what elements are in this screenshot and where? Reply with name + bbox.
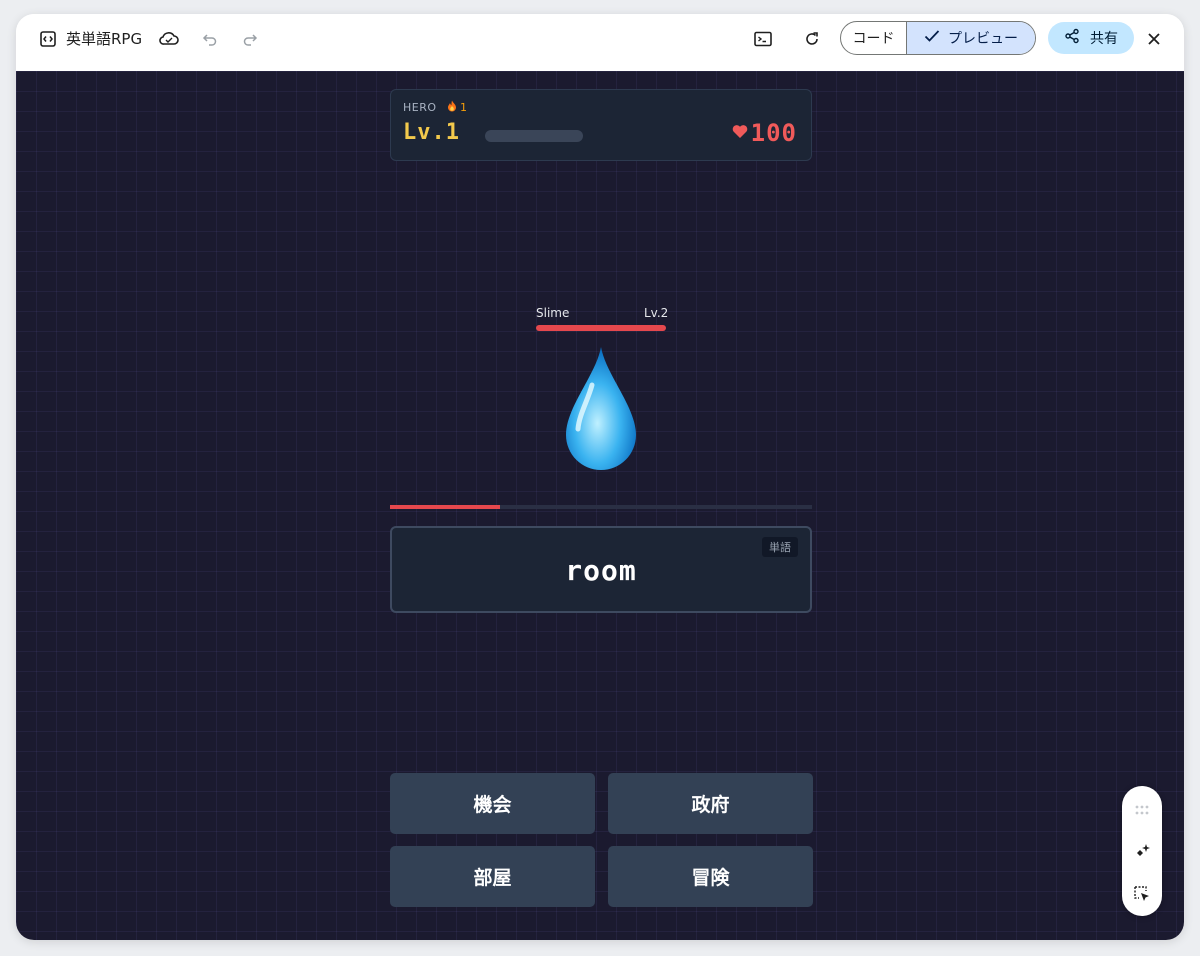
code-tab[interactable]: コード [841, 22, 907, 54]
drag-handle-icon[interactable] [1128, 796, 1156, 824]
check-icon [924, 29, 940, 47]
answer-button-1[interactable]: 機会 [390, 773, 595, 834]
sparkle-icon[interactable] [1128, 838, 1156, 866]
view-mode-toggle: コード プレビュー [840, 21, 1036, 55]
redo-icon[interactable] [236, 25, 264, 53]
game-canvas: HERO 1 Lv.1 100 Slime Lv.2 単語 room 機会 政府… [16, 71, 1184, 940]
share-icon [1064, 28, 1080, 48]
select-element-icon[interactable] [1128, 880, 1156, 908]
xp-bar [485, 130, 583, 142]
terminal-icon[interactable] [749, 25, 777, 53]
question-word: room [565, 554, 637, 587]
app-title: 英単語RPG [66, 30, 143, 48]
preview-tab[interactable]: プレビュー [907, 22, 1035, 54]
enemy-name: Slime [536, 306, 570, 320]
enemy-hp-bar [536, 325, 666, 331]
code-icon[interactable] [34, 25, 62, 53]
fire-icon [447, 100, 457, 115]
hero-label: HERO [403, 101, 437, 114]
answer-timer [390, 505, 812, 509]
hp-value: 100 [750, 119, 797, 147]
streak-value: 1 [460, 101, 467, 114]
refresh-icon[interactable] [798, 25, 826, 53]
answer-button-4[interactable]: 冒険 [608, 846, 813, 907]
share-label: 共有 [1090, 31, 1118, 47]
heart-icon [732, 124, 748, 143]
question-card: 単語 room [390, 526, 812, 613]
share-button[interactable]: 共有 [1048, 22, 1134, 54]
floating-tool-panel [1122, 786, 1162, 916]
cloud-icon[interactable] [155, 25, 183, 53]
enemy-level: Lv.2 [644, 306, 669, 320]
top-toolbar: 英単語RPG コード プレビュー 共有 [16, 14, 1184, 71]
hero-status-panel: HERO 1 Lv.1 100 [390, 89, 812, 161]
preview-tab-label: プレビュー [948, 31, 1018, 47]
app-window: 英単語RPG コード プレビュー 共有 HERO 1 Lv.1 100 Slim… [16, 14, 1184, 940]
water-drop-icon [562, 345, 640, 475]
answer-button-2[interactable]: 政府 [608, 773, 813, 834]
enemy-hp-fill [536, 325, 666, 331]
hero-level: Lv.1 [403, 120, 460, 145]
code-tab-label: コード [852, 31, 895, 47]
undo-icon[interactable] [196, 25, 224, 53]
close-icon[interactable] [1140, 25, 1168, 53]
hero-hp: 100 [732, 119, 797, 147]
answer-button-3[interactable]: 部屋 [390, 846, 595, 907]
answer-timer-fill [390, 505, 500, 509]
streak-counter: 1 [447, 100, 467, 115]
